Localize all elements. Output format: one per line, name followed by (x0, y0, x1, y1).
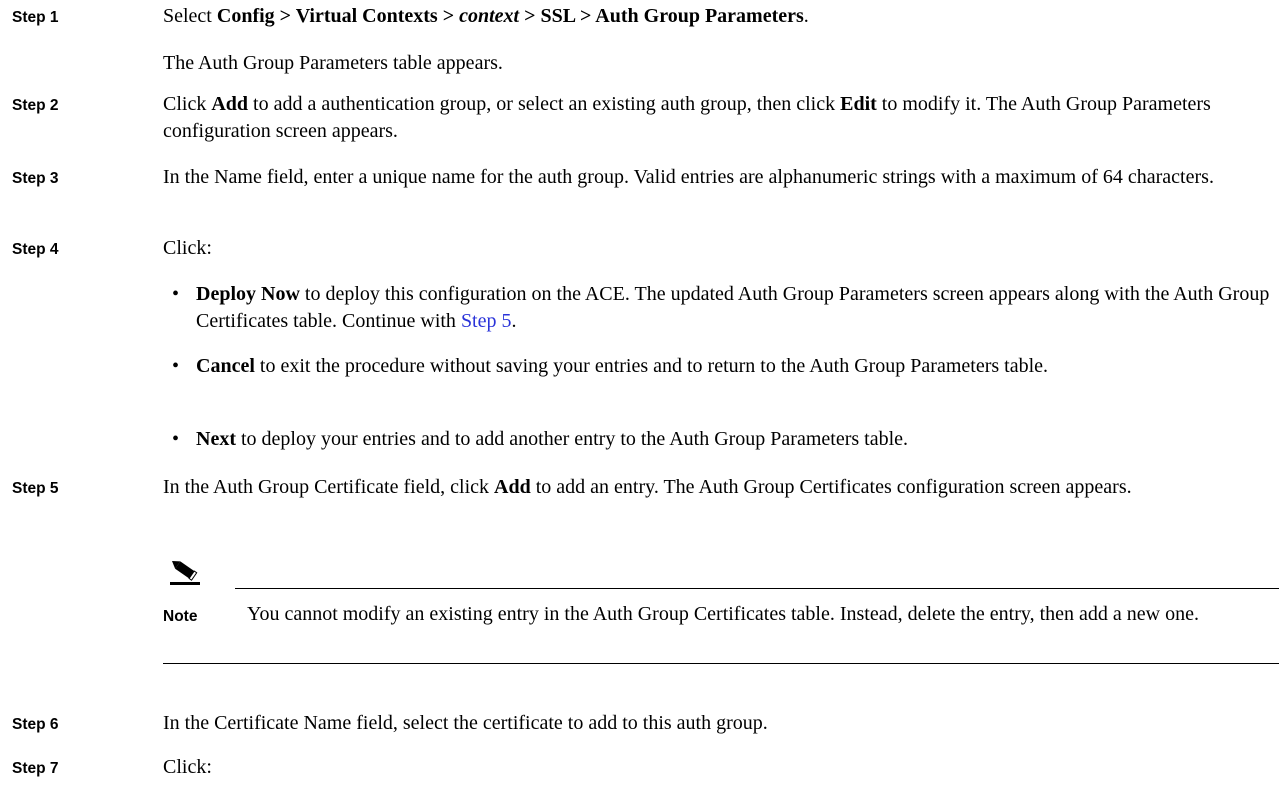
bullet-cancel: Cancel to exit the procedure without sav… (196, 355, 1049, 377)
note-top-rule (235, 588, 1279, 589)
note-text: You cannot modify an existing entry in t… (247, 603, 1199, 625)
step-2-label: Step 2 (12, 97, 59, 114)
step-4-label: Step 4 (12, 241, 59, 258)
step-1-text: Select Config > Virtual Contexts > conte… (163, 5, 809, 27)
step-5-text: In the Auth Group Certificate field, cli… (163, 476, 1132, 498)
step-3-text: In the Name field, enter a unique name f… (163, 166, 1214, 188)
bullet-deploy-now: Deploy Now to deploy this configuration … (196, 283, 1270, 332)
step-5-label: Step 5 (12, 480, 59, 497)
step-1-label: Step 1 (12, 9, 59, 26)
step-4-text: Click: (163, 237, 212, 259)
bullet-dot: • (172, 428, 180, 450)
step-5-link[interactable]: Step 5 (461, 310, 512, 332)
note-pencil-icon (170, 560, 200, 585)
step-6-label: Step 6 (12, 716, 59, 733)
step-6-text: In the Certificate Name field, select th… (163, 712, 768, 734)
step-3-label: Step 3 (12, 170, 59, 187)
step-1-result: The Auth Group Parameters table appears. (163, 52, 503, 74)
step-2-text: Click Add to add a authentication group,… (163, 93, 1211, 142)
bullet-dot: • (172, 355, 180, 377)
step-7-label: Step 7 (12, 760, 59, 777)
note-label: Note (163, 608, 198, 625)
bullet-dot: • (172, 283, 180, 305)
step-7-text: Click: (163, 756, 212, 778)
note-bottom-rule (163, 663, 1279, 664)
bullet-next: Next to deploy your entries and to add a… (196, 428, 909, 450)
